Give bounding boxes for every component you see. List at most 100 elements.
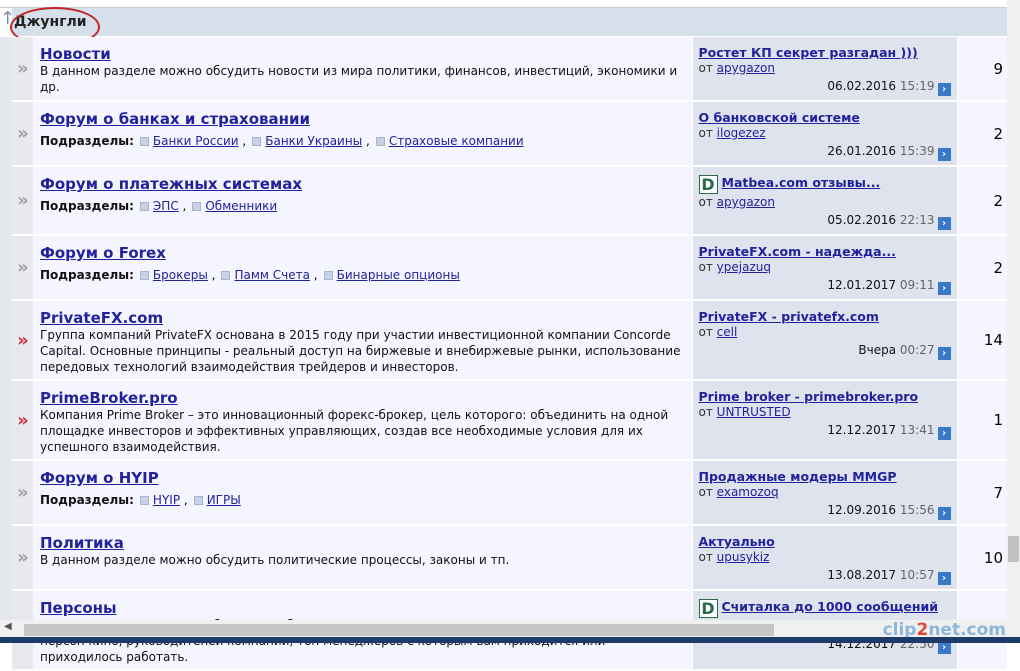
thread-count: 2 [957,235,1007,301]
forum-title-link[interactable]: Форум о платежных системах [40,175,302,193]
subforum-link[interactable]: Страховые компании [389,134,524,148]
go-to-last-post-icon[interactable]: › [937,148,951,161]
thread-count: 7 [957,460,1007,526]
last-post-title-link[interactable]: Ростет КП секрет разгадан ))) [699,45,918,60]
subforum-link[interactable]: HYIP [153,493,180,507]
forum-info: Форум о HYIP Подразделы: HYIP , ИГРЫ [33,460,693,526]
last-post-title-link[interactable]: PrivateFX.com - надежда... [699,244,896,259]
last-post-user-link[interactable]: apygazon [717,61,775,75]
last-post-date: Вчера [858,343,897,357]
forum-info: Форум о банках и страховании Подразделы: Б… [33,101,693,167]
thread-prefix-icon: D [698,599,718,618]
by-label: от [698,550,713,564]
subforums: Подразделы: Брокеры , Памм Счета , Бинарные… [40,268,460,282]
go-to-last-post-icon[interactable]: › [937,282,951,295]
last-post-user-link[interactable]: upusykiz [717,550,770,564]
subforum-icon [323,271,333,280]
category-header: Джунгли [12,8,1007,37]
by-label: от [698,126,713,140]
forum-row: » PrimeBroker.pro Компания Prime Broker – … [12,380,1007,461]
forum-title-link[interactable]: Форум о Forex [40,244,166,262]
last-post: Продажные модеры MMGP от examozoq 12.09.20… [692,460,958,526]
last-post-user-link[interactable]: cell [717,325,738,339]
no-new-posts-icon: » [12,101,33,167]
subforum-link[interactable]: ИГРЫ [207,493,241,507]
go-to-last-post-icon[interactable]: › [937,83,951,96]
last-post-title-link[interactable]: Продажные модеры MMGP [699,469,897,484]
forum-title-link[interactable]: Политика [40,534,124,552]
subforum-icon [221,271,231,280]
thread-count: 9 [957,37,1007,102]
new-posts-icon: » [12,300,33,381]
by-label: от [698,325,713,339]
last-post-title-link[interactable]: Prime broker - primebroker.pro [699,389,919,404]
subforums-label: Подразделы [40,199,130,213]
last-post: Актуально от upusykiz 13.08.2017 10:57 › [692,525,958,591]
subforums: Подразделы: Банки России , Банки Украины ,… [40,134,524,148]
horizontal-scrollbar-thumb[interactable] [24,624,774,636]
forum-title-link[interactable]: Форум о банках и страховании [40,110,310,128]
last-post-date: 05.02.2016 [827,213,897,227]
subforum-link[interactable]: Бинарные опционы [337,268,460,282]
forum-info: PrimeBroker.pro Компания Prime Broker – э… [33,380,693,461]
subforum-link[interactable]: ЭПС [153,199,179,213]
forum-info: Политика В данном разделе можно обсудить … [33,525,693,591]
by-label: от [698,485,713,499]
last-post-time: 15:39 [899,144,935,158]
subforum-icon [139,137,149,146]
forum-title-link[interactable]: Новости [40,45,111,63]
subforum-link[interactable]: Банки России [153,134,239,148]
go-to-last-post-icon[interactable]: › [937,347,951,360]
last-post: PrivateFX - privatefx.com от cell Вчера 00… [692,300,958,381]
subforum-icon [139,271,149,280]
last-post-title-link[interactable]: PrivateFX - privatefx.com [699,309,879,324]
forum-row: » Форум о банках и страховании Подразделы:… [12,101,1007,167]
last-post-time: 00:27 [899,343,935,357]
subforum-icon [192,202,202,211]
forum-title-link[interactable]: Персоны [40,599,117,617]
forum-description: В данном разделе можно обсудить политиче… [40,553,510,567]
last-post-user-link[interactable]: examozoq [717,485,779,499]
last-post-time: 15:56 [899,503,935,517]
no-new-posts-icon: » [12,460,33,526]
vertical-scrollbar-thumb[interactable] [1008,536,1019,562]
new-posts-icon: » [12,380,33,461]
subforum-link[interactable]: Брокеры [153,268,208,282]
last-post-user-link[interactable]: ypejazuq [717,260,771,274]
vertical-scrollbar[interactable] [1007,0,1020,620]
forum-row: » PrivateFX.com Группа компаний PrivateFX … [12,300,1007,381]
thread-count: 14 [957,300,1007,381]
go-to-last-post-icon[interactable]: › [937,427,951,440]
thread-count: 2 [957,101,1007,167]
subforum-icon [252,137,262,146]
last-post-title-link[interactable]: Считалка до 1000 сообщений [722,599,939,614]
go-to-last-post-icon[interactable]: › [937,572,951,585]
scroll-left-icon[interactable]: ◀ [4,621,12,632]
thread-count: 10 [957,525,1007,591]
subforum-link[interactable]: Памм Счета [234,268,310,282]
last-post-title-link[interactable]: Matbea.com отзывы... [722,175,881,190]
subforum-icon [139,496,149,505]
last-post-user-link[interactable]: apygazon [717,195,775,209]
go-to-last-post-icon[interactable]: › [937,217,951,230]
by-label: от [698,260,713,274]
thread-count: 1 [957,380,1007,461]
subforum-link[interactable]: Обменники [205,199,277,213]
no-new-posts-icon: » [12,525,33,591]
last-post-user-link[interactable]: UNTRUSTED [717,405,791,419]
go-to-last-post-icon[interactable]: › [937,507,951,520]
last-post-title-link[interactable]: О банковской системе [699,110,860,125]
last-post-date: 13.08.2017 [827,568,897,582]
subforum-link[interactable]: Банки Украины [265,134,362,148]
forum-row: » Новости В данном разделе можно обсудить … [12,37,1007,102]
forum-title-link[interactable]: PrimeBroker.pro [40,389,178,407]
forum-title-link[interactable]: Форум о HYIP [40,469,159,487]
top-edge [0,0,1007,8]
last-post-user-link[interactable]: ilogezez [717,126,766,140]
last-post-title-link[interactable]: Актуально [699,534,775,549]
subforums: Подразделы: ЭПС , Обменники [40,199,278,213]
last-post-time: 22:13 [899,213,935,227]
forum-title-link[interactable]: PrivateFX.com [40,309,163,327]
forum-row: » Политика В данном разделе можно обсудить… [12,525,1007,591]
subforums-label: Подразделы [40,268,130,282]
